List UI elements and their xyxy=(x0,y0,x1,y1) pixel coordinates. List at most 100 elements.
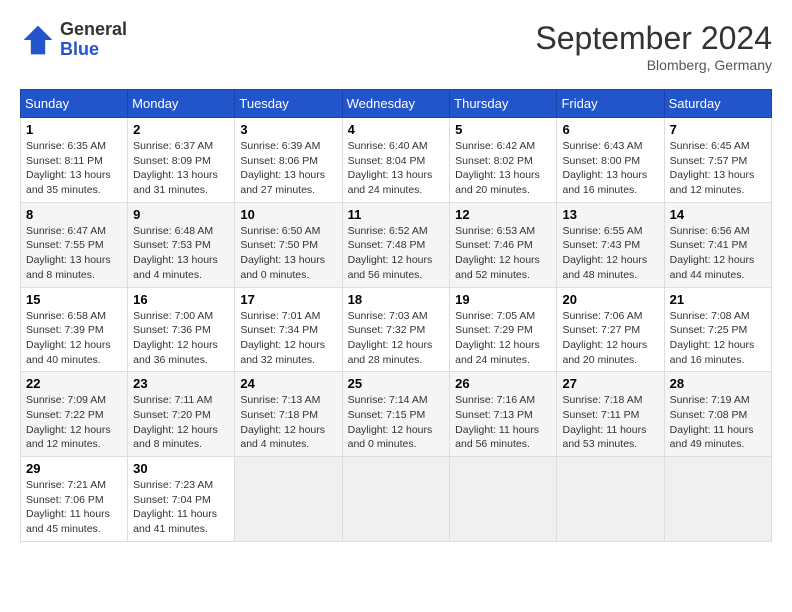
logo: General Blue xyxy=(20,20,127,60)
calendar-cell: 11 Sunrise: 6:52 AMSunset: 7:48 PMDayligh… xyxy=(342,202,450,287)
day-info: Sunrise: 6:53 AMSunset: 7:46 PMDaylight:… xyxy=(455,224,551,283)
day-number: 22 xyxy=(26,376,122,391)
calendar-cell: 5Sunrise: 6:42 AMSunset: 8:02 PMDaylight… xyxy=(450,118,557,203)
day-info: Sunrise: 6:45 AMSunset: 7:57 PMDaylight:… xyxy=(670,139,766,198)
day-info: Sunrise: 7:01 AMSunset: 7:34 PMDaylight:… xyxy=(240,309,336,368)
calendar-cell: 6Sunrise: 6:43 AMSunset: 8:00 PMDaylight… xyxy=(557,118,664,203)
day-number: 26 xyxy=(455,376,551,391)
day-info: Sunrise: 6:37 AMSunset: 8:09 PMDaylight:… xyxy=(133,139,229,198)
day-number: 14 xyxy=(670,207,766,222)
calendar-cell: 17 Sunrise: 7:01 AMSunset: 7:34 PMDayligh… xyxy=(235,287,342,372)
location: Blomberg, Germany xyxy=(535,57,772,73)
day-info: Sunrise: 7:16 AMSunset: 7:13 PMDaylight:… xyxy=(455,393,551,452)
calendar-cell: 26 Sunrise: 7:16 AMSunset: 7:13 PMDayligh… xyxy=(450,372,557,457)
day-number: 12 xyxy=(455,207,551,222)
logo-general: General xyxy=(60,20,127,40)
day-info: Sunrise: 6:50 AMSunset: 7:50 PMDaylight:… xyxy=(240,224,336,283)
day-info: Sunrise: 6:58 AMSunset: 7:39 PMDaylight:… xyxy=(26,309,122,368)
calendar-cell: 19 Sunrise: 7:05 AMSunset: 7:29 PMDayligh… xyxy=(450,287,557,372)
day-info: Sunrise: 7:08 AMSunset: 7:25 PMDaylight:… xyxy=(670,309,766,368)
day-info: Sunrise: 7:13 AMSunset: 7:18 PMDaylight:… xyxy=(240,393,336,452)
day-number: 6 xyxy=(562,122,658,137)
calendar-cell: 21 Sunrise: 7:08 AMSunset: 7:25 PMDayligh… xyxy=(664,287,771,372)
calendar-cell xyxy=(450,457,557,542)
day-info: Sunrise: 6:40 AMSunset: 8:04 PMDaylight:… xyxy=(348,139,445,198)
calendar-table: SundayMondayTuesdayWednesdayThursdayFrid… xyxy=(20,89,772,542)
day-number: 17 xyxy=(240,292,336,307)
day-info: Sunrise: 6:48 AMSunset: 7:53 PMDaylight:… xyxy=(133,224,229,283)
day-number: 28 xyxy=(670,376,766,391)
calendar-cell xyxy=(664,457,771,542)
day-number: 8 xyxy=(26,207,122,222)
day-info: Sunrise: 7:21 AMSunset: 7:06 PMDaylight:… xyxy=(26,478,122,537)
day-number: 21 xyxy=(670,292,766,307)
calendar-header-row: SundayMondayTuesdayWednesdayThursdayFrid… xyxy=(21,90,772,118)
calendar-cell: 28 Sunrise: 7:19 AMSunset: 7:08 PMDayligh… xyxy=(664,372,771,457)
day-of-week-header: Sunday xyxy=(21,90,128,118)
day-info: Sunrise: 7:09 AMSunset: 7:22 PMDaylight:… xyxy=(26,393,122,452)
day-info: Sunrise: 7:18 AMSunset: 7:11 PMDaylight:… xyxy=(562,393,658,452)
day-of-week-header: Friday xyxy=(557,90,664,118)
day-info: Sunrise: 7:19 AMSunset: 7:08 PMDaylight:… xyxy=(670,393,766,452)
calendar-cell: 15 Sunrise: 6:58 AMSunset: 7:39 PMDayligh… xyxy=(21,287,128,372)
day-info: Sunrise: 7:05 AMSunset: 7:29 PMDaylight:… xyxy=(455,309,551,368)
calendar-cell: 14Sunrise: 6:56 AMSunset: 7:41 PMDayligh… xyxy=(664,202,771,287)
day-number: 18 xyxy=(348,292,445,307)
calendar-cell: 24 Sunrise: 7:13 AMSunset: 7:18 PMDayligh… xyxy=(235,372,342,457)
calendar-cell: 3 Sunrise: 6:39 AMSunset: 8:06 PMDaylight… xyxy=(235,118,342,203)
calendar-cell: 23 Sunrise: 7:11 AMSunset: 7:20 PMDayligh… xyxy=(128,372,235,457)
calendar-cell: 30 Sunrise: 7:23 AMSunset: 7:04 PMDayligh… xyxy=(128,457,235,542)
day-number: 30 xyxy=(133,461,229,476)
calendar-week-row: 1 Sunrise: 6:35 AMSunset: 8:11 PMDaylight… xyxy=(21,118,772,203)
calendar-cell: 13 Sunrise: 6:55 AMSunset: 7:43 PMDayligh… xyxy=(557,202,664,287)
calendar-cell: 20 Sunrise: 7:06 AMSunset: 7:27 PMDayligh… xyxy=(557,287,664,372)
calendar-cell: 22 Sunrise: 7:09 AMSunset: 7:22 PMDayligh… xyxy=(21,372,128,457)
month-title: September 2024 xyxy=(535,20,772,57)
day-number: 27 xyxy=(562,376,658,391)
calendar-week-row: 8 Sunrise: 6:47 AMSunset: 7:55 PMDaylight… xyxy=(21,202,772,287)
day-number: 11 xyxy=(348,207,445,222)
calendar-cell: 27 Sunrise: 7:18 AMSunset: 7:11 PMDayligh… xyxy=(557,372,664,457)
day-of-week-header: Thursday xyxy=(450,90,557,118)
day-info: Sunrise: 7:11 AMSunset: 7:20 PMDaylight:… xyxy=(133,393,229,452)
calendar-week-row: 15 Sunrise: 6:58 AMSunset: 7:39 PMDayligh… xyxy=(21,287,772,372)
day-number: 10 xyxy=(240,207,336,222)
day-number: 2 xyxy=(133,122,229,137)
day-number: 4 xyxy=(348,122,445,137)
day-of-week-header: Monday xyxy=(128,90,235,118)
calendar-cell: 29 Sunrise: 7:21 AMSunset: 7:06 PMDayligh… xyxy=(21,457,128,542)
day-of-week-header: Saturday xyxy=(664,90,771,118)
calendar-cell: 7Sunrise: 6:45 AMSunset: 7:57 PMDaylight… xyxy=(664,118,771,203)
day-number: 16 xyxy=(133,292,229,307)
calendar-week-row: 22 Sunrise: 7:09 AMSunset: 7:22 PMDayligh… xyxy=(21,372,772,457)
day-number: 15 xyxy=(26,292,122,307)
day-number: 19 xyxy=(455,292,551,307)
day-info: Sunrise: 7:23 AMSunset: 7:04 PMDaylight:… xyxy=(133,478,229,537)
calendar-cell xyxy=(235,457,342,542)
day-number: 20 xyxy=(562,292,658,307)
calendar-cell xyxy=(342,457,450,542)
calendar-cell: 8 Sunrise: 6:47 AMSunset: 7:55 PMDaylight… xyxy=(21,202,128,287)
day-info: Sunrise: 7:03 AMSunset: 7:32 PMDaylight:… xyxy=(348,309,445,368)
day-number: 25 xyxy=(348,376,445,391)
calendar-cell: 18 Sunrise: 7:03 AMSunset: 7:32 PMDayligh… xyxy=(342,287,450,372)
day-number: 13 xyxy=(562,207,658,222)
calendar-cell: 2 Sunrise: 6:37 AMSunset: 8:09 PMDaylight… xyxy=(128,118,235,203)
day-info: Sunrise: 7:06 AMSunset: 7:27 PMDaylight:… xyxy=(562,309,658,368)
day-info: Sunrise: 6:35 AMSunset: 8:11 PMDaylight:… xyxy=(26,139,122,198)
day-number: 1 xyxy=(26,122,122,137)
day-info: Sunrise: 6:52 AMSunset: 7:48 PMDaylight:… xyxy=(348,224,445,283)
day-info: Sunrise: 7:14 AMSunset: 7:15 PMDaylight:… xyxy=(348,393,445,452)
calendar-week-row: 29 Sunrise: 7:21 AMSunset: 7:06 PMDayligh… xyxy=(21,457,772,542)
day-info: Sunrise: 6:55 AMSunset: 7:43 PMDaylight:… xyxy=(562,224,658,283)
calendar-cell: 4 Sunrise: 6:40 AMSunset: 8:04 PMDaylight… xyxy=(342,118,450,203)
day-number: 24 xyxy=(240,376,336,391)
logo-blue: Blue xyxy=(60,40,127,60)
day-info: Sunrise: 6:47 AMSunset: 7:55 PMDaylight:… xyxy=(26,224,122,283)
day-number: 3 xyxy=(240,122,336,137)
day-number: 23 xyxy=(133,376,229,391)
day-of-week-header: Tuesday xyxy=(235,90,342,118)
day-info: Sunrise: 6:39 AMSunset: 8:06 PMDaylight:… xyxy=(240,139,336,198)
calendar-cell: 16Sunrise: 7:00 AMSunset: 7:36 PMDayligh… xyxy=(128,287,235,372)
day-number: 29 xyxy=(26,461,122,476)
